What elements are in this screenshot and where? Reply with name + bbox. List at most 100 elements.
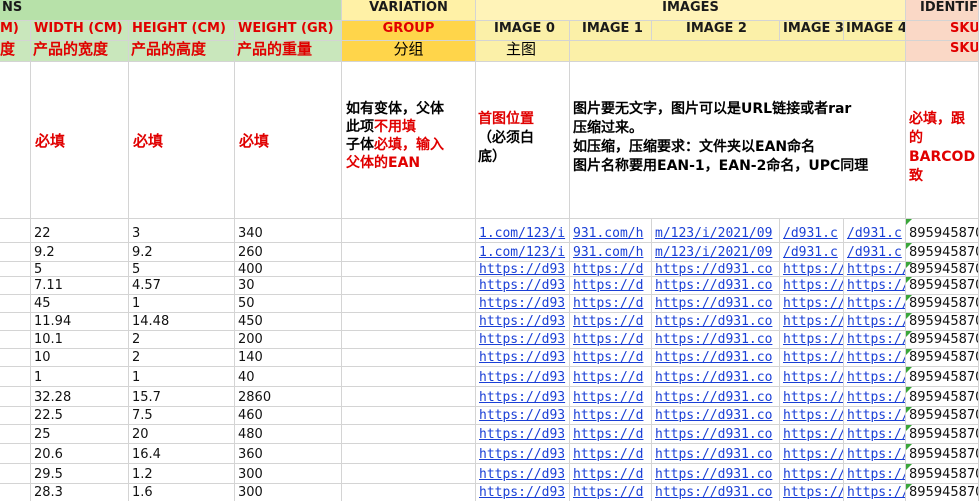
cell-i0[interactable]: https://d93 <box>476 367 570 387</box>
image-link[interactable]: https://d931.co <box>655 427 772 442</box>
cell-i1[interactable]: https://d <box>570 331 652 349</box>
cell-i4[interactable]: https:// <box>844 425 906 444</box>
note-variation[interactable]: 如有变体，父体 此项不用填 子体必填，输入 父体的EAN <box>342 62 476 219</box>
cell-empty[interactable] <box>0 387 31 407</box>
image-link[interactable]: https://d93 <box>479 262 565 276</box>
cell-i1[interactable]: https://d <box>570 262 652 277</box>
cell-i2[interactable]: https://d931.co <box>652 277 780 295</box>
cell-i4[interactable]: /d931.c <box>844 243 906 262</box>
cell-i3[interactable]: https:// <box>780 295 844 313</box>
cell-sku[interactable]: 895945870 <box>906 243 979 262</box>
image-link[interactable]: https:// <box>847 390 905 405</box>
desc-width[interactable]: 产品的宽度 <box>31 41 129 62</box>
cell-i2[interactable]: https://d931.co <box>652 387 780 407</box>
cell-h[interactable]: 1 <box>129 367 235 387</box>
col-header-weight[interactable]: WEIGHT (GR) <box>235 21 342 41</box>
cell-i3[interactable]: https:// <box>780 277 844 295</box>
cell-i4[interactable]: https:// <box>844 331 906 349</box>
image-link[interactable]: /d931.c <box>847 245 902 260</box>
cell-i0[interactable]: https://d93 <box>476 295 570 313</box>
image-link[interactable]: https://d93 <box>479 408 565 423</box>
cell-sku[interactable]: 895945870 <box>906 464 979 484</box>
image-link[interactable]: https:// <box>847 447 905 462</box>
image-link[interactable]: https:// <box>847 427 905 442</box>
col-header-width[interactable]: WIDTH (CM) <box>31 21 129 41</box>
cell-empty[interactable] <box>342 425 476 444</box>
cell-g[interactable]: 300 <box>235 484 342 501</box>
cell-empty[interactable] <box>0 262 31 277</box>
cell-i1[interactable]: https://d <box>570 367 652 387</box>
cell-i0[interactable]: https://d93 <box>476 425 570 444</box>
image-link[interactable]: https:// <box>847 296 905 311</box>
cell-empty[interactable] <box>0 331 31 349</box>
cell-i4[interactable]: https:// <box>844 277 906 295</box>
cell-i2[interactable]: https://d931.co <box>652 464 780 484</box>
cell-i2[interactable]: m/123/i/2021/09 <box>652 219 780 243</box>
image-link[interactable]: https:// <box>783 408 843 423</box>
cell-sku[interactable]: 895945870 <box>906 407 979 425</box>
image-link[interactable]: https://d93 <box>479 296 565 311</box>
header-identif[interactable]: IDENTIF <box>906 0 979 21</box>
image-link[interactable]: https://d931.co <box>655 467 772 482</box>
cell-i2[interactable]: m/123/i/2021/09 <box>652 243 780 262</box>
image-link[interactable]: https://d <box>573 350 643 365</box>
cell-empty[interactable] <box>0 313 31 331</box>
cell-i2[interactable]: https://d931.co <box>652 484 780 501</box>
cell-h[interactable]: 7.5 <box>129 407 235 425</box>
cell-g[interactable]: 200 <box>235 331 342 349</box>
image-link[interactable]: https://d <box>573 485 643 500</box>
cell-empty[interactable] <box>0 243 31 262</box>
cell-g[interactable]: 260 <box>235 243 342 262</box>
image-link[interactable]: https:// <box>847 350 905 365</box>
cell-i3[interactable]: https:// <box>780 444 844 464</box>
cell-i2[interactable]: https://d931.co <box>652 331 780 349</box>
cell-empty[interactable] <box>342 387 476 407</box>
cell-i3[interactable]: https:// <box>780 313 844 331</box>
cell-i1[interactable]: https://d <box>570 349 652 367</box>
cell-i0[interactable]: https://d93 <box>476 444 570 464</box>
cell-empty[interactable] <box>342 444 476 464</box>
image-link[interactable]: https://d93 <box>479 278 565 293</box>
image-link[interactable]: /d931.c <box>783 226 838 241</box>
cell-h[interactable]: 3 <box>129 219 235 243</box>
cell-h[interactable]: 14.48 <box>129 313 235 331</box>
cell-i0[interactable]: https://d93 <box>476 387 570 407</box>
desc-weight[interactable]: 产品的重量 <box>235 41 342 62</box>
cell-i2[interactable]: https://d931.co <box>652 425 780 444</box>
cell-g[interactable]: 460 <box>235 407 342 425</box>
image-link[interactable]: https://d931.co <box>655 296 772 311</box>
cell-sku[interactable]: 895945870 <box>906 313 979 331</box>
cell-i4[interactable]: https:// <box>844 295 906 313</box>
image-link[interactable]: https:// <box>847 408 905 423</box>
note-width[interactable]: 必填 <box>31 62 129 219</box>
image-link[interactable]: https:// <box>783 296 843 311</box>
image-link[interactable]: https://d <box>573 262 643 276</box>
cell-empty[interactable] <box>342 331 476 349</box>
image-link[interactable]: https:// <box>847 278 905 293</box>
cell-empty[interactable] <box>0 367 31 387</box>
desc-sku[interactable]: SKU <box>906 41 979 62</box>
image-link[interactable]: https://d <box>573 278 643 293</box>
cell-h[interactable]: 2 <box>129 331 235 349</box>
desc-height[interactable]: 产品的高度 <box>129 41 235 62</box>
image-link[interactable]: https://d931.co <box>655 408 772 423</box>
image-link[interactable]: /d931.c <box>783 245 838 260</box>
cell-i3[interactable]: /d931.c <box>780 243 844 262</box>
cell-empty[interactable] <box>0 219 31 243</box>
cell-i2[interactable]: https://d931.co <box>652 444 780 464</box>
image-link[interactable]: https://d <box>573 390 643 405</box>
cell-i1[interactable]: 931.com/h <box>570 243 652 262</box>
image-link[interactable]: https:// <box>783 350 843 365</box>
cell-sku[interactable]: 895945870 <box>906 219 979 243</box>
image-link[interactable]: 931.com/h <box>573 226 643 241</box>
cell-empty[interactable] <box>342 313 476 331</box>
cell-w[interactable]: 20.6 <box>31 444 129 464</box>
image-link[interactable]: m/123/i/2021/09 <box>655 226 772 241</box>
image-link[interactable]: https://d931.co <box>655 262 772 276</box>
cell-i0[interactable]: https://d93 <box>476 331 570 349</box>
image-link[interactable]: https://d931.co <box>655 390 772 405</box>
header-dimensions[interactable]: NS <box>0 0 342 21</box>
image-link[interactable]: https:// <box>847 370 905 385</box>
cell-g[interactable]: 2860 <box>235 387 342 407</box>
cell-i1[interactable]: 931.com/h <box>570 219 652 243</box>
